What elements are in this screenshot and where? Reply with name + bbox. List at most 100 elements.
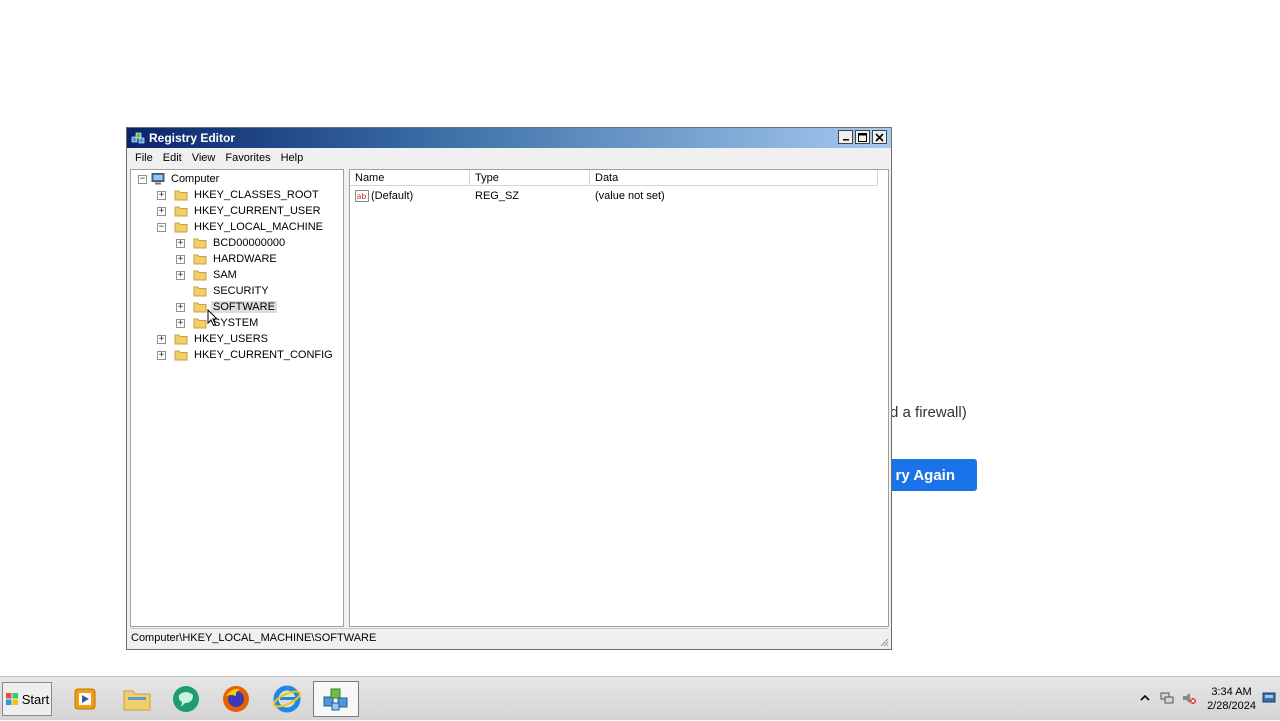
- computer-icon: [151, 173, 165, 185]
- resize-grip-icon[interactable]: [879, 637, 889, 647]
- expand-icon[interactable]: +: [176, 254, 185, 264]
- tree-item-sam[interactable]: + SAM: [176, 267, 239, 283]
- chat-app-icon: [173, 686, 199, 712]
- value-name: (Default): [371, 190, 414, 202]
- tree-label: SECURITY: [213, 285, 269, 297]
- media-player-icon: [74, 688, 96, 710]
- minimize-button[interactable]: [838, 130, 853, 144]
- menu-view[interactable]: View: [187, 152, 221, 164]
- expand-icon[interactable]: +: [176, 318, 185, 328]
- menu-file[interactable]: File: [130, 152, 158, 164]
- tree-label: HKEY_CURRENT_USER: [194, 205, 321, 217]
- value-data: (value not set): [595, 190, 665, 202]
- tree-connector: [176, 287, 185, 296]
- network-icon[interactable]: [1160, 691, 1174, 705]
- tree-item-hkey-current-config[interactable]: + HKEY_CURRENT_CONFIG: [157, 347, 335, 363]
- internet-explorer-icon: [273, 685, 301, 713]
- action-center-icon[interactable]: [1262, 691, 1276, 705]
- windows-logo-icon: [5, 693, 18, 705]
- column-header-data[interactable]: Data: [590, 170, 878, 186]
- tree-item-hkey-current-user[interactable]: + HKEY_CURRENT_USER: [157, 203, 323, 219]
- folder-icon: [174, 350, 188, 361]
- folder-icon: [174, 190, 188, 201]
- taskbar-chat-app[interactable]: [163, 681, 209, 717]
- tree-label: HARDWARE: [213, 253, 277, 265]
- svg-text:ab: ab: [357, 192, 367, 201]
- expand-icon[interactable]: +: [176, 302, 185, 312]
- tree-item-hardware[interactable]: + HARDWARE: [176, 251, 279, 267]
- system-tray: 3:34 AM 2/28/2024: [1130, 677, 1280, 721]
- start-button[interactable]: Start: [2, 682, 52, 716]
- taskbar: Start 3:34 AM 2/28/2024: [0, 676, 1280, 720]
- taskbar-firefox[interactable]: [213, 681, 259, 717]
- open-folder-icon: [174, 222, 188, 233]
- folder-icon: [193, 318, 207, 329]
- status-path: Computer\HKEY_LOCAL_MACHINE\SOFTWARE: [131, 632, 377, 644]
- folder-icon: [193, 238, 207, 249]
- clock-date: 2/28/2024: [1207, 700, 1256, 712]
- expand-icon[interactable]: +: [176, 238, 185, 248]
- close-icon: [875, 132, 884, 142]
- folder-icon: [193, 254, 207, 265]
- taskbar-media-player[interactable]: [62, 681, 108, 717]
- expand-icon[interactable]: +: [176, 270, 185, 280]
- tree-label: HKEY_USERS: [194, 333, 268, 345]
- folder-icon: [193, 286, 207, 297]
- column-header-type[interactable]: Type: [470, 170, 590, 186]
- registry-editor-app-icon: [131, 132, 145, 144]
- taskbar-registry-editor[interactable]: [313, 681, 359, 717]
- title-bar[interactable]: Registry Editor: [127, 128, 891, 148]
- expand-icon[interactable]: +: [157, 334, 166, 344]
- registry-editor-window: Registry Editor File Edit View Favorites…: [126, 127, 892, 650]
- tree-label: Computer: [171, 173, 220, 185]
- key-tree-pane[interactable]: − Computer + HKEY_CLASSES_ROOT + HKEY_CU…: [130, 169, 344, 627]
- volume-muted-icon[interactable]: [1182, 691, 1196, 705]
- tree-item-hkey-users[interactable]: + HKEY_USERS: [157, 331, 270, 347]
- system-clock[interactable]: 3:34 AM 2/28/2024: [1207, 685, 1256, 713]
- show-hidden-icons[interactable]: [1138, 691, 1152, 705]
- tree-item-bcd[interactable]: + BCD00000000: [176, 235, 287, 251]
- firefox-icon: [223, 686, 249, 712]
- tree-item-computer[interactable]: − Computer: [138, 171, 221, 187]
- start-label: Start: [21, 691, 50, 707]
- file-explorer-icon: [123, 690, 151, 711]
- close-button[interactable]: [872, 130, 887, 144]
- column-header-name[interactable]: Name: [350, 170, 470, 186]
- tree-item-software[interactable]: + SOFTWARE: [176, 299, 277, 315]
- maximize-button[interactable]: [855, 130, 870, 144]
- tree-label: HKEY_LOCAL_MACHINE: [194, 221, 323, 233]
- menu-bar: File Edit View Favorites Help: [127, 148, 891, 167]
- value-type: REG_SZ: [475, 190, 520, 202]
- tree-label: HKEY_CURRENT_CONFIG: [194, 349, 333, 361]
- tree-label-selected: SOFTWARE: [211, 301, 277, 313]
- folder-icon: [193, 302, 207, 313]
- folder-icon: [193, 270, 207, 281]
- expand-icon[interactable]: +: [157, 190, 166, 200]
- clock-time: 3:34 AM: [1211, 686, 1252, 698]
- status-bar: Computer\HKEY_LOCAL_MACHINE\SOFTWARE: [130, 628, 888, 647]
- tree-label: BCD00000000: [213, 237, 286, 249]
- maximize-icon: [858, 132, 867, 142]
- menu-favorites[interactable]: Favorites: [220, 152, 275, 164]
- values-list-pane[interactable]: Name Type Data ab (Default) REG_SZ (valu…: [349, 169, 889, 627]
- taskbar-internet-explorer[interactable]: [264, 681, 310, 717]
- expand-icon[interactable]: +: [157, 350, 166, 360]
- mouse-cursor-icon: [207, 309, 219, 327]
- value-row-default[interactable]: ab (Default) REG_SZ (value not set): [350, 188, 888, 204]
- string-value-icon: ab: [355, 190, 369, 202]
- taskbar-file-explorer[interactable]: [114, 681, 160, 717]
- menu-edit[interactable]: Edit: [158, 152, 187, 164]
- collapse-icon[interactable]: −: [138, 174, 147, 184]
- tree-item-hkey-local-machine[interactable]: − HKEY_LOCAL_MACHINE: [157, 219, 325, 235]
- expand-icon[interactable]: +: [157, 206, 166, 216]
- collapse-icon[interactable]: −: [157, 222, 166, 232]
- tree-label: HKEY_CLASSES_ROOT: [194, 189, 319, 201]
- menu-help[interactable]: Help: [276, 152, 309, 164]
- folder-icon: [174, 334, 188, 345]
- tree-item-hkey-classes-root[interactable]: + HKEY_CLASSES_ROOT: [157, 187, 321, 203]
- tree-item-security[interactable]: SECURITY: [176, 283, 271, 299]
- folder-icon: [174, 206, 188, 217]
- window-title: Registry Editor: [149, 131, 236, 145]
- minimize-icon: [842, 139, 849, 141]
- tree-label: SAM: [213, 269, 237, 281]
